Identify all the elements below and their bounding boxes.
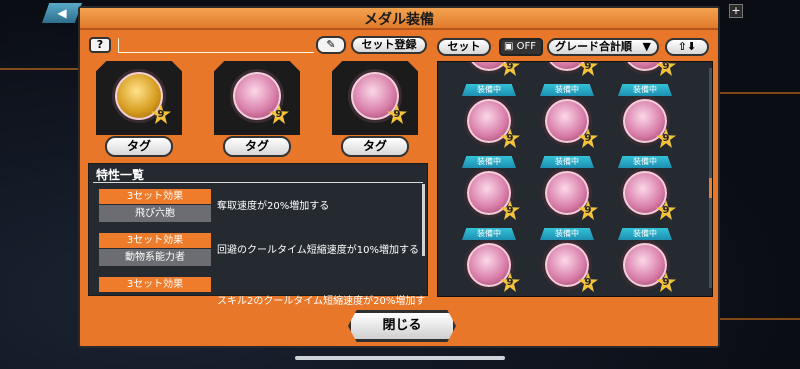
divider: [93, 182, 423, 183]
trait-description: 奪取速度が20%増加する: [217, 201, 330, 212]
trait-description: スキル2のクールタイム短縮速度が20%増加す: [217, 296, 426, 307]
traits-list[interactable]: 特性一覧 3セット効果 飛び六胞 奪取速度が20%増加する 3セット効果 動物系…: [88, 163, 428, 307]
scroll-thumb[interactable]: [709, 178, 712, 198]
trait-effect-label: 3セット効果: [99, 189, 211, 204]
set-name-field[interactable]: [118, 38, 314, 53]
toggle-label: OFF: [516, 41, 537, 52]
medal-card[interactable]: 9: [456, 62, 522, 88]
medal-card[interactable]: 装備中 9: [534, 156, 600, 232]
filter-toggle[interactable]: ▣ OFF: [499, 38, 543, 56]
medal-grid[interactable]: 装備中装備中装備中装備中9装備中9装備中9装備中9装備中9装備中9装備中9装備中…: [437, 61, 713, 297]
medal-card[interactable]: 装備中 9: [456, 156, 522, 232]
traits-scrollbar[interactable]: [422, 184, 425, 256]
traits-title: 特性一覧: [96, 168, 145, 182]
trait-effect-label: 3セット効果: [99, 233, 211, 248]
background-line: [720, 92, 800, 94]
medal-card[interactable]: 装備中 9: [456, 228, 522, 296]
medal-inventory-panel: セット ▣ OFF グレード合計順 ▼ ⇧⬇ 装備中装備中装備中装備中9装備中9…: [435, 35, 715, 297]
back-button[interactable]: ◀: [42, 3, 82, 23]
sort-order-button[interactable]: ⇧⬇: [665, 38, 709, 56]
set-register-button[interactable]: セット登録: [351, 36, 427, 54]
medal-set-panel: ? ✎ セット登録 9 タグ 9 タグ 9 タグ 特性一覧 3セット効果 飛び六…: [88, 35, 428, 307]
medal-card[interactable]: 装備中 9: [534, 228, 600, 296]
edit-pen-button[interactable]: ✎: [316, 36, 346, 54]
bookmark-icon: ▣: [504, 41, 514, 52]
tag-button[interactable]: タグ: [341, 136, 409, 157]
medal-card[interactable]: 9: [612, 62, 678, 88]
trait-row: 3セット効果 スキル2のクールタイム短縮速度が20%増加す: [99, 277, 425, 315]
home-indicator[interactable]: [295, 356, 505, 360]
tag-button[interactable]: タグ: [223, 136, 291, 157]
grid-scrollbar[interactable]: [709, 68, 712, 288]
medal-equip-dialog: メダル装備 + ? ✎ セット登録 9 タグ 9 タグ 9 タグ 特性一覧 3セ…: [78, 4, 743, 348]
set-button[interactable]: セット: [437, 38, 491, 56]
chevron-down-icon: ▼: [642, 40, 651, 53]
medal-slot-2[interactable]: 9 タグ: [214, 61, 300, 159]
sort-arrows-icon: ⇧⬇: [677, 40, 697, 53]
trait-effect-label: 3セット効果: [99, 277, 211, 292]
pen-icon: ✎: [326, 38, 336, 51]
sort-dropdown[interactable]: グレード合計順 ▼: [547, 38, 659, 56]
background-line: [720, 318, 800, 320]
medal-card[interactable]: 装備中 9: [612, 156, 678, 232]
trait-description: 回避のクールタイム短縮速度が10%増加する: [217, 245, 420, 256]
background-line: [0, 68, 78, 70]
trait-row: 3セット効果 動物系能力者 回避のクールタイム短縮速度が10%増加する: [99, 233, 420, 271]
game-screen: ◀ メダル装備 + ? ✎ セット登録 9 タグ 9 タグ 9 タグ 特性一覧 …: [0, 0, 800, 369]
medal-card[interactable]: 装備中 9: [612, 228, 678, 296]
medal-slot-3[interactable]: 9 タグ: [332, 61, 418, 159]
trait-row: 3セット効果 飛び六胞 奪取速度が20%増加する: [99, 189, 417, 227]
dialog-title: メダル装備: [364, 12, 434, 28]
medal-card[interactable]: 装備中 9: [456, 84, 522, 160]
plus-icon[interactable]: +: [729, 4, 743, 18]
dialog-header: メダル装備: [80, 8, 718, 30]
trait-name: 飛び六胞: [99, 205, 211, 222]
medal-slot-1[interactable]: 9 タグ: [96, 61, 182, 159]
medal-card[interactable]: 装備中 9: [534, 84, 600, 160]
close-button[interactable]: 閉じる: [348, 310, 456, 342]
sort-label: グレード合計順: [555, 40, 632, 53]
help-button[interactable]: ?: [89, 37, 111, 53]
back-arrow-icon: ◀: [57, 6, 67, 20]
tag-button[interactable]: タグ: [105, 136, 173, 157]
trait-name: 動物系能力者: [99, 249, 211, 266]
medal-card[interactable]: 装備中 9: [612, 84, 678, 160]
medal-card[interactable]: 9: [534, 62, 600, 88]
